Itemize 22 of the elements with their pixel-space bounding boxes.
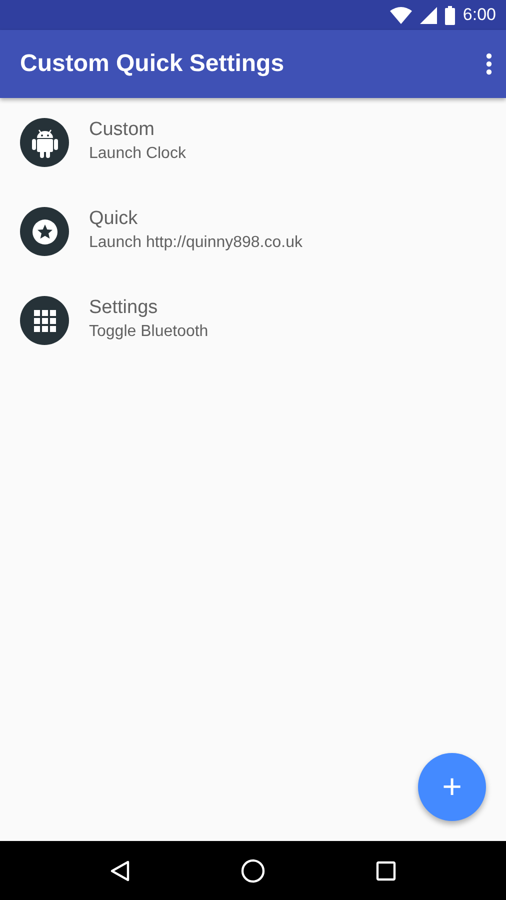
app-title: Custom Quick Settings — [20, 50, 286, 78]
item-title: Quick — [89, 208, 139, 230]
more-options-icon[interactable] — [486, 53, 492, 75]
clock-time: 6:00 — [462, 5, 496, 25]
back-icon[interactable] — [110, 860, 130, 882]
grid-icon — [34, 310, 56, 332]
wifi-icon — [390, 6, 412, 24]
recents-icon[interactable] — [376, 860, 396, 880]
item-subtitle: Toggle Bluetooth — [89, 322, 208, 340]
list-item[interactable]: Quick Launch http://quinny898.co.uk — [0, 187, 506, 276]
list-item[interactable]: Custom Launch Clock — [0, 98, 506, 187]
item-title: Custom — [89, 118, 156, 140]
signal-icon — [420, 6, 437, 24]
item-subtitle: Launch http://quinny898.co.uk — [89, 234, 302, 252]
android-icon — [32, 128, 58, 158]
item-title: Settings — [89, 296, 159, 318]
list-item[interactable]: Settings Toggle Bluetooth — [0, 276, 506, 365]
home-icon[interactable] — [240, 858, 265, 882]
battery-icon — [444, 6, 455, 24]
add-button[interactable]: + — [418, 753, 486, 821]
item-subtitle: Launch Clock — [89, 144, 186, 162]
star-circle-icon — [32, 218, 58, 244]
